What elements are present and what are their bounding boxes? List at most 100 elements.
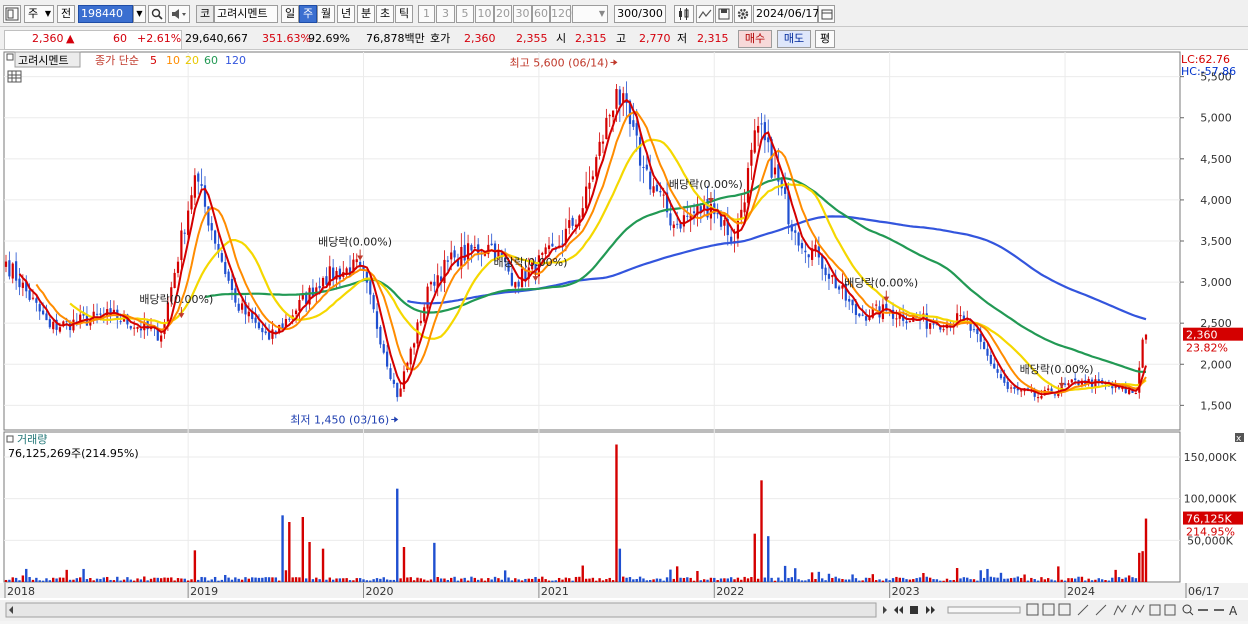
count-input[interactable]: 300/300 [614, 5, 666, 23]
minute-120-button[interactable]: 120 [550, 5, 572, 23]
quote-bar: 2,360 ▲ 60 +2.61% 29,640,667 351.63% 92.… [0, 27, 1248, 50]
volume-bar [136, 578, 139, 582]
stock-chart[interactable]: 최고 5,600 (06/14) 최저 1,450 (03/16) 배당락(0.00… [0, 50, 1248, 621]
period-year-button[interactable]: 년 [337, 5, 355, 23]
candle-body [28, 290, 31, 300]
gear-icon[interactable] [734, 5, 752, 23]
candle-body [767, 137, 770, 143]
dividend-annotation: 배당락(0.00%) [318, 236, 392, 249]
volume-bar [557, 577, 561, 582]
volume-bar [878, 579, 881, 582]
candle-body [473, 246, 476, 248]
custom-period-select[interactable]: ▼ [572, 5, 608, 23]
minute-20-button[interactable]: 20 [494, 5, 512, 23]
candle-body [989, 354, 992, 364]
sell-button[interactable]: 매도 [777, 30, 811, 48]
price-tick-label: 5,000 [1200, 112, 1232, 125]
search-icon[interactable] [148, 5, 166, 23]
volume-bar [298, 577, 301, 582]
candle-body [187, 210, 190, 235]
volume-bar [180, 578, 183, 582]
date-input[interactable]: 2024/06/17 [753, 5, 819, 23]
font-size-icon[interactable]: A [1229, 604, 1238, 618]
volume-bar [935, 579, 939, 582]
candle-settings-icon[interactable] [674, 5, 694, 23]
volume-bar [989, 576, 993, 582]
volume-ratio: 351.63% [262, 32, 311, 45]
minute-10-button[interactable]: 10 [475, 5, 494, 23]
table-icon[interactable] [7, 70, 22, 83]
stop-icon[interactable] [910, 606, 918, 614]
prev-button[interactable]: 전 [57, 5, 75, 23]
minute-60-button[interactable]: 60 [532, 5, 550, 23]
candle-body [692, 211, 696, 214]
candle-body [993, 363, 996, 369]
volume-bar [244, 577, 247, 582]
buy-button[interactable]: 매수 [738, 30, 772, 48]
volume-bar [230, 579, 234, 582]
flat-button[interactable]: 평 [815, 30, 835, 48]
period-month-button[interactable]: 월 [317, 5, 335, 23]
candle-body [1067, 383, 1070, 386]
period-day-button[interactable]: 일 [281, 5, 299, 23]
candle-body [234, 288, 237, 303]
candle-body [800, 242, 804, 249]
candle-body [369, 281, 372, 295]
minute-5-button[interactable]: 5 [456, 5, 474, 23]
minute-1-button[interactable]: 1 [418, 5, 435, 23]
minute-30-button[interactable]: 30 [513, 5, 532, 23]
minute-3-button[interactable]: 3 [436, 5, 455, 23]
save-icon[interactable] [715, 5, 733, 23]
period-week-button[interactable]: 주 [299, 5, 317, 23]
candle-body [237, 303, 240, 311]
compare-icon[interactable] [696, 5, 714, 23]
volume-bar [443, 578, 446, 582]
volume-bar [645, 580, 649, 582]
volume-bar [264, 577, 267, 582]
volume-bar [173, 580, 176, 582]
period-second-button[interactable]: 초 [376, 5, 394, 23]
candle-body [568, 220, 571, 228]
volume-bar [1084, 580, 1087, 582]
volume-bar [1040, 577, 1043, 582]
candle-body [743, 202, 746, 213]
volume-bar [783, 565, 787, 582]
candle-body [18, 278, 21, 288]
volume-bar [257, 577, 261, 582]
volume-bar [267, 577, 271, 582]
volume-bar [483, 580, 487, 582]
speaker-icon[interactable] [168, 5, 190, 23]
candle-body [591, 176, 594, 180]
code-dropdown-icon[interactable]: ▼ [133, 5, 146, 23]
calendar-icon[interactable] [818, 5, 835, 23]
candle-body [1047, 388, 1050, 391]
volume-bar [574, 576, 578, 582]
candle-body [959, 315, 962, 317]
volume-bar [224, 574, 227, 582]
scrollbar-track[interactable] [5, 602, 877, 618]
volume-bar [89, 578, 92, 582]
volume-bar [352, 580, 355, 582]
period-minute-button[interactable]: 분 [357, 5, 375, 23]
candle-body [730, 236, 733, 242]
zoom-slider[interactable] [947, 606, 1021, 614]
candle-body [804, 250, 807, 253]
chart-type-icon[interactable] [3, 5, 21, 23]
candle-body [638, 137, 642, 166]
candle-body [1074, 378, 1077, 381]
volume-bar [527, 578, 530, 582]
volume-bar [1003, 578, 1006, 582]
volume-bar [652, 579, 655, 582]
candle-body [979, 333, 982, 342]
period-tick-button[interactable]: 틱 [395, 5, 413, 23]
price-tick-label: 2,000 [1200, 358, 1232, 371]
type-select[interactable]: 주 ▼ [24, 5, 54, 23]
volume-bar [824, 580, 827, 582]
volume-bar [416, 577, 419, 582]
volume-bar [1020, 577, 1023, 582]
market-label: 코 [199, 7, 211, 20]
stock-code-input[interactable]: 198440 [78, 5, 133, 23]
candle-body [605, 117, 608, 140]
volume-bar [311, 579, 315, 582]
volume-bar [1043, 579, 1047, 582]
